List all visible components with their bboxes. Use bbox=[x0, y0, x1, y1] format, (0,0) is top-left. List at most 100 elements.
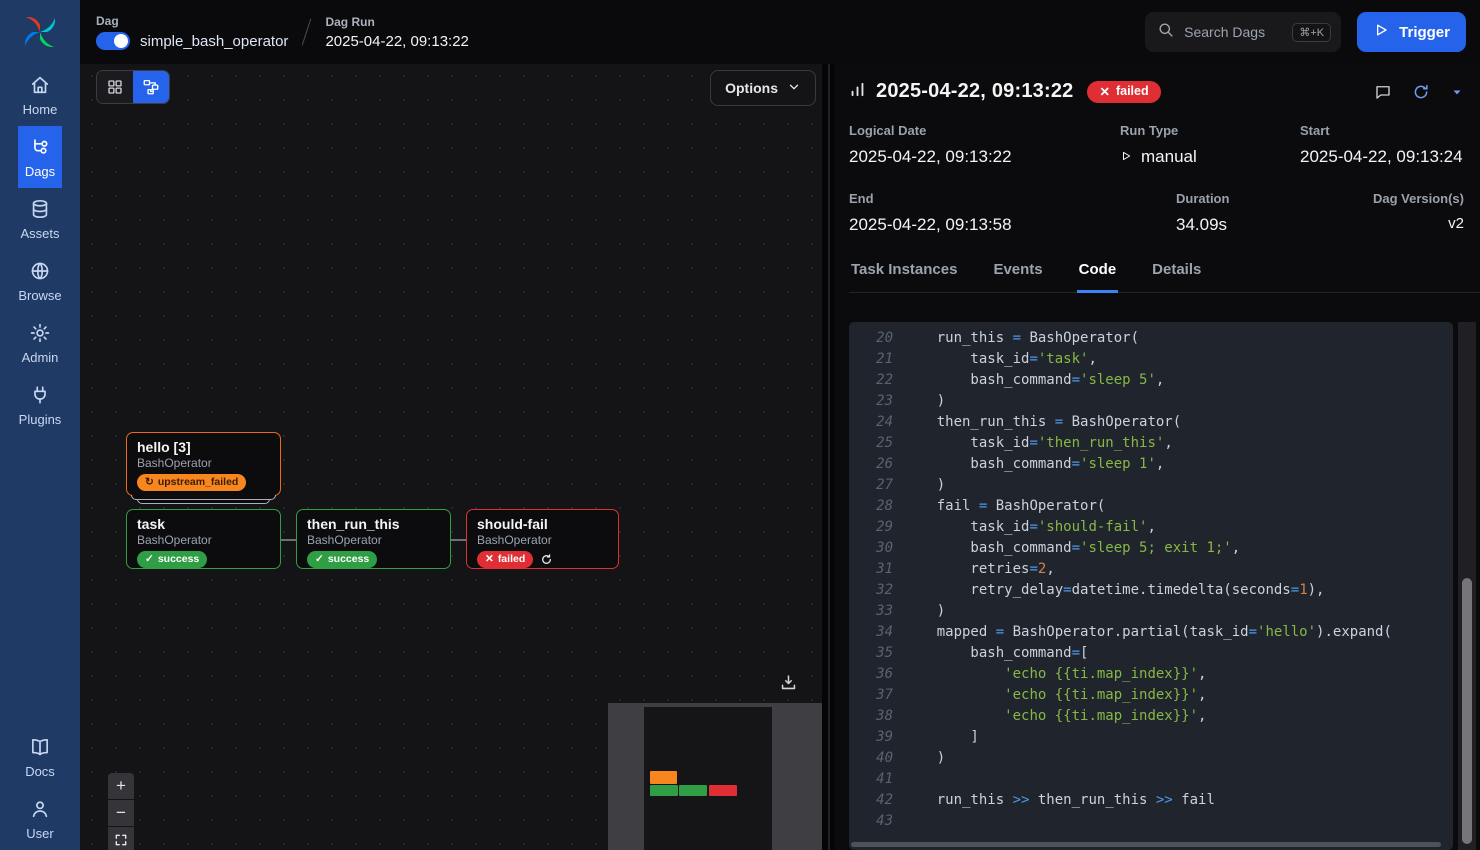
options-button[interactable]: Options bbox=[710, 70, 816, 106]
view-toggle bbox=[96, 70, 170, 104]
field-value: 34.09s bbox=[1176, 215, 1352, 235]
upstream_failed-icon: ↻ bbox=[145, 476, 154, 488]
code-line: 40 ) bbox=[849, 748, 1453, 769]
tab-code[interactable]: Code bbox=[1077, 261, 1119, 293]
field-label: Logical Date bbox=[849, 123, 1120, 138]
graph-panel: Options hello [3]BashOperator↻upstream_f… bbox=[80, 64, 822, 850]
line-number: 23 bbox=[859, 391, 893, 412]
line-number: 27 bbox=[859, 475, 893, 496]
toggle-knob bbox=[114, 34, 128, 48]
code-line: 37 'echo {{ti.map_index}}', bbox=[849, 685, 1453, 706]
download-icon[interactable] bbox=[779, 673, 798, 697]
code-line: 33 ) bbox=[849, 601, 1453, 622]
code-line: 27 ) bbox=[849, 475, 1453, 496]
code-line: 36 'echo {{ti.map_index}}', bbox=[849, 664, 1453, 685]
docs-icon bbox=[29, 736, 51, 758]
zoom-in-button[interactable]: + bbox=[108, 773, 134, 799]
field-value: manual bbox=[1120, 147, 1300, 167]
task-title: should-fail bbox=[477, 516, 608, 532]
play-icon bbox=[1120, 147, 1132, 167]
dag-pause-toggle[interactable] bbox=[96, 32, 130, 50]
search-shortcut-badge: ⌘+K bbox=[1292, 23, 1331, 42]
scrollbar-thumb[interactable] bbox=[1462, 578, 1472, 844]
graph-edge bbox=[281, 539, 296, 541]
panel-splitter[interactable] bbox=[828, 64, 830, 850]
horizontal-scrollbar[interactable] bbox=[851, 842, 1447, 847]
code-line: 39 ] bbox=[849, 727, 1453, 748]
line-number: 39 bbox=[859, 727, 893, 748]
line-number: 28 bbox=[859, 496, 893, 517]
line-number: 40 bbox=[859, 748, 893, 769]
run-header: 2025-04-22, 09:13:22 ✕ failed bbox=[849, 80, 1464, 103]
sidebar-nav: Home DagsAssetsBrowseAdminPlugins bbox=[18, 64, 61, 436]
tab-events[interactable]: Events bbox=[991, 261, 1044, 293]
caret-down-icon[interactable] bbox=[1450, 85, 1464, 99]
code-line: 31 retries=2, bbox=[849, 559, 1453, 580]
minimap[interactable] bbox=[608, 703, 822, 850]
failed-icon: ✕ bbox=[485, 553, 494, 565]
field-duration: Duration 34.09s bbox=[1176, 191, 1352, 235]
sidebar-item-browse[interactable]: Browse bbox=[18, 250, 61, 312]
sidebar-item-admin[interactable]: Admin bbox=[18, 312, 61, 374]
x-icon: ✕ bbox=[1099, 84, 1109, 99]
home-icon bbox=[29, 74, 51, 96]
code-line: 32 retry_delay=datetime.timedelta(second… bbox=[849, 580, 1453, 601]
run-fields-row-2: End2025-04-22, 09:13:58Duration34.09sDag… bbox=[835, 191, 1480, 235]
task-state-badge: ✓success bbox=[137, 551, 207, 568]
line-number: 43 bbox=[859, 811, 893, 832]
sidebar-item-home[interactable]: Home bbox=[18, 64, 61, 126]
field-label: Duration bbox=[1176, 191, 1352, 206]
vertical-scrollbar[interactable] bbox=[1458, 322, 1476, 850]
sidebar-item-plugins[interactable]: Plugins bbox=[18, 374, 61, 436]
code-line: 24 then_run_this = BashOperator( bbox=[849, 412, 1453, 433]
zoom-out-button[interactable]: − bbox=[108, 800, 134, 826]
task-node-then-run-this[interactable]: then_run_thisBashOperator✓success bbox=[296, 509, 451, 569]
minimap-task-rect bbox=[679, 785, 707, 796]
task-node-hello-3-[interactable]: hello [3]BashOperator↻upstream_failed bbox=[126, 432, 281, 496]
graph-view-button[interactable] bbox=[133, 71, 169, 103]
line-number: 38 bbox=[859, 706, 893, 727]
field-label: Run Type bbox=[1120, 123, 1300, 138]
dag-name-link[interactable]: simple_bash_operator bbox=[140, 33, 288, 50]
sidebar-item-label: Home bbox=[23, 102, 58, 117]
line-number: 33 bbox=[859, 601, 893, 622]
code-lines: 20 run_this = BashOperator(21 task_id='t… bbox=[849, 322, 1453, 832]
sidebar-item-dags[interactable]: Dags bbox=[18, 126, 61, 188]
assets-icon bbox=[29, 198, 51, 220]
task-state-badge: ↻upstream_failed bbox=[137, 474, 246, 491]
scrollbar-thumb[interactable] bbox=[851, 842, 1441, 847]
fit-view-button[interactable] bbox=[108, 827, 134, 850]
code-line: 34 mapped = BashOperator.partial(task_id… bbox=[849, 622, 1453, 643]
line-number: 35 bbox=[859, 643, 893, 664]
sidebar-item-docs[interactable]: Docs bbox=[0, 726, 80, 788]
refresh-icon[interactable] bbox=[1412, 83, 1430, 101]
task-title: hello [3] bbox=[137, 439, 270, 455]
trigger-button[interactable]: Trigger bbox=[1357, 12, 1466, 52]
field-value: 2025-04-22, 09:13:22 bbox=[849, 147, 1120, 167]
chevron-down-icon bbox=[787, 80, 801, 97]
search-dags-button[interactable]: Search Dags ⌘+K bbox=[1145, 12, 1341, 52]
airflow-logo-icon[interactable] bbox=[18, 10, 62, 54]
tab-details[interactable]: Details bbox=[1150, 261, 1203, 293]
task-operator: BashOperator bbox=[137, 533, 270, 547]
code-line: 38 'echo {{ti.map_index}}', bbox=[849, 706, 1453, 727]
line-number: 32 bbox=[859, 580, 893, 601]
sidebar-item-label: User bbox=[26, 826, 53, 841]
grid-view-button[interactable] bbox=[97, 71, 133, 103]
sidebar-item-assets[interactable]: Assets bbox=[18, 188, 61, 250]
note-icon[interactable] bbox=[1374, 83, 1392, 101]
task-node-should-fail[interactable]: should-failBashOperator✕failed bbox=[466, 509, 619, 569]
task-node-task[interactable]: taskBashOperator✓success bbox=[126, 509, 281, 569]
run-details-panel: 2025-04-22, 09:13:22 ✕ failed Logical Da… bbox=[835, 64, 1480, 850]
field-logical-date: Logical Date 2025-04-22, 09:13:22 bbox=[849, 123, 1120, 167]
zoom-controls: +− bbox=[108, 773, 134, 850]
sidebar-item-user[interactable]: User bbox=[0, 788, 80, 850]
line-number: 20 bbox=[859, 328, 893, 349]
search-icon bbox=[1157, 21, 1174, 43]
tab-task-instances[interactable]: Task Instances bbox=[849, 261, 959, 293]
code-line: 28 fail = BashOperator( bbox=[849, 496, 1453, 517]
field-label: Start bbox=[1300, 123, 1464, 138]
minimap-task-rect bbox=[650, 771, 677, 784]
field-dag-version-s-: Dag Version(s)v2 bbox=[1352, 191, 1464, 235]
line-number: 41 bbox=[859, 769, 893, 790]
